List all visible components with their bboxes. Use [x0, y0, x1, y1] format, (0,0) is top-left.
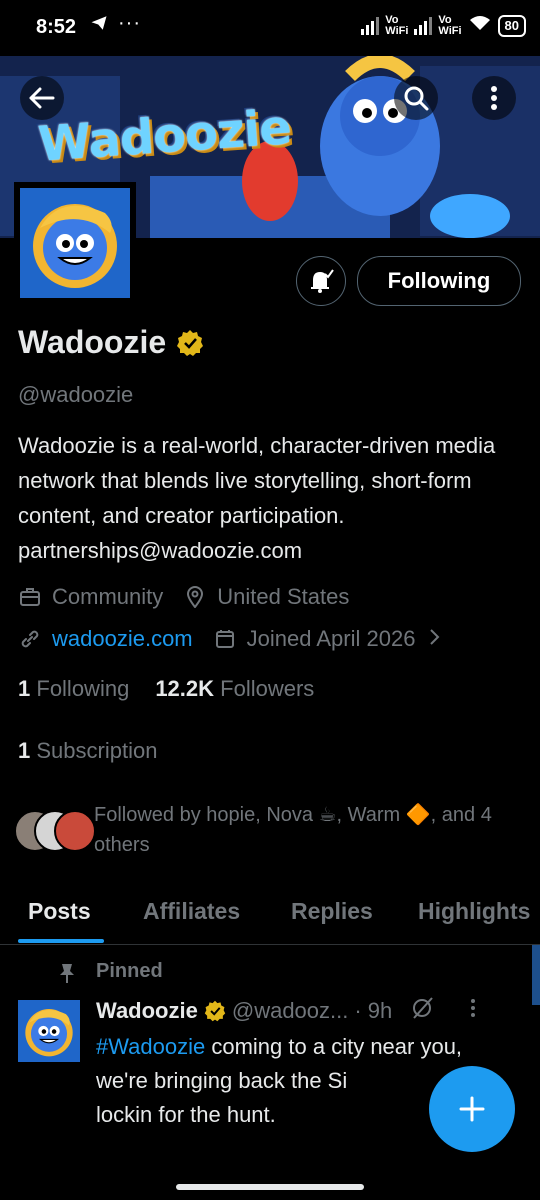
subscription-label: Subscription [36, 738, 158, 763]
avatar-image [18, 1000, 80, 1062]
briefcase-icon [18, 585, 42, 609]
search-icon [404, 86, 429, 111]
profile-meta-row-2: wadoozie.com Joined April 2026 [18, 626, 441, 652]
profile-bio: Wadoozie is a real-world, character-driv… [18, 433, 496, 563]
active-tab-indicator [18, 939, 104, 943]
wifi-icon [468, 14, 492, 37]
avatar-image [20, 188, 130, 298]
following-stat[interactable]: 1 Following [18, 676, 129, 702]
profile-website-link[interactable]: wadoozie.com [52, 626, 193, 652]
avatar [54, 810, 96, 852]
status-icons: Vo WiFi Vo WiFi 80 [361, 14, 526, 37]
post-author-handle: @wadooz... [231, 998, 349, 1023]
more-notifications-icon: ··· [118, 12, 141, 34]
post-author-name[interactable]: Wadoozie [96, 998, 198, 1024]
tab-affiliates[interactable]: Affiliates [143, 898, 240, 925]
profile-handle: @wadoozie [18, 382, 134, 407]
followers-count: 12.2K [155, 676, 215, 701]
status-time: 8:52 [36, 16, 77, 38]
back-button[interactable] [20, 76, 64, 120]
vowifi-label: Vo WiFi [438, 13, 462, 37]
compose-post-button[interactable] [429, 1066, 515, 1152]
followed-by-text[interactable]: Followed by hopie, Nova ☕, Warm 🔶, and 4… [94, 800, 534, 860]
post-hashtag[interactable]: #Wadoozie [96, 1034, 205, 1059]
bell-check-icon [311, 269, 334, 293]
arrow-left-icon [29, 87, 55, 109]
plus-icon [459, 1096, 485, 1122]
profile-meta-row-1: Community United States [18, 584, 349, 610]
signal-icon [414, 16, 433, 35]
post-text-line: lockin for the hunt. [96, 1102, 276, 1127]
signal-icon [361, 16, 380, 35]
vowifi-label: Vo WiFi [385, 13, 409, 37]
profile-avatar[interactable] [14, 182, 136, 304]
calendar-icon [213, 627, 237, 651]
home-indicator[interactable] [176, 1184, 364, 1190]
post-more-icon[interactable] [470, 998, 476, 1024]
subscription-count: 1 [18, 738, 31, 763]
profile-category: Community [52, 584, 164, 609]
post-header: Wadoozie @wadooz... · 9h [96, 996, 476, 1026]
subscription-stat[interactable]: 1 Subscription [18, 738, 157, 764]
pinned-label: Pinned [96, 960, 163, 982]
more-vertical-icon [491, 86, 497, 110]
followers-label: Followers [220, 676, 315, 701]
status-bar: 8:52 ··· Vo WiFi Vo WiFi 80 [0, 0, 540, 56]
search-button[interactable] [394, 76, 438, 120]
chevron-right-icon[interactable] [429, 626, 441, 652]
location-pin-icon [183, 585, 207, 609]
more-options-button[interactable] [472, 76, 516, 120]
grok-icon[interactable] [410, 996, 434, 1026]
profile-location: United States [217, 584, 350, 609]
profile-tabs: Posts Affiliates Replies Highlights [0, 888, 540, 945]
post-time: · 9h [354, 998, 393, 1023]
post-avatar[interactable] [18, 1000, 80, 1062]
pin-icon [58, 962, 76, 989]
following-label: Following [36, 676, 130, 701]
profile-joined-date: Joined April 2026 [246, 626, 416, 651]
link-icon [18, 627, 42, 651]
following-button[interactable]: Following [357, 256, 521, 306]
scrollbar[interactable] [532, 945, 540, 1005]
tab-replies[interactable]: Replies [291, 898, 373, 925]
profile-name-row: Wadoozie [18, 324, 204, 361]
profile-stats: 1 Following 12.2K Followers [18, 676, 314, 702]
verified-badge-icon [204, 1000, 226, 1022]
profile-name: Wadoozie [18, 324, 167, 360]
verified-badge-icon [177, 329, 204, 356]
followed-by-avatars[interactable] [14, 810, 96, 852]
tab-posts[interactable]: Posts [28, 898, 91, 925]
battery-indicator: 80 [497, 14, 526, 37]
telegram-icon [90, 14, 108, 38]
followers-stat[interactable]: 12.2K Followers [155, 676, 314, 702]
tab-highlights[interactable]: Highlights [418, 898, 530, 925]
following-count: 1 [18, 676, 31, 701]
notifications-button[interactable] [296, 256, 346, 306]
